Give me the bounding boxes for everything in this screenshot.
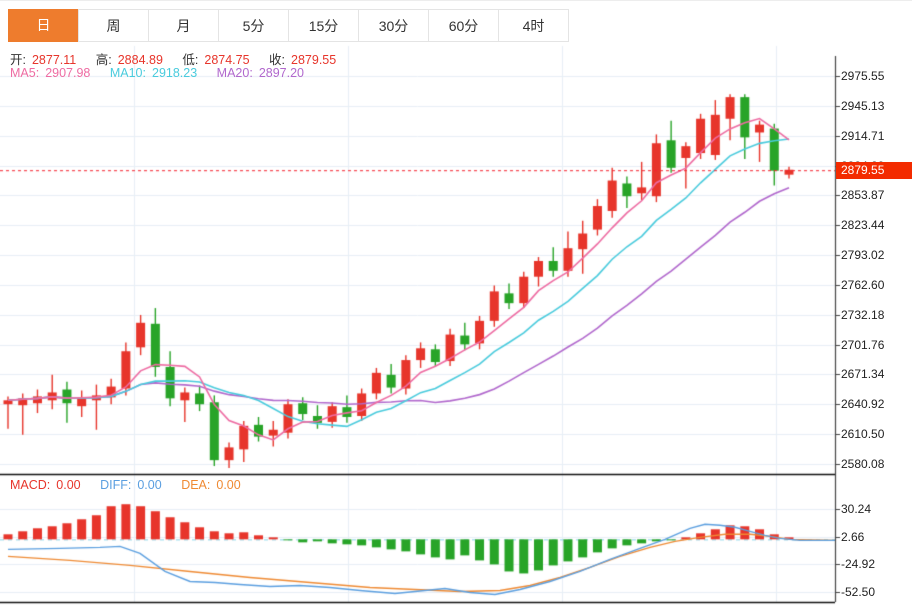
diff-label: DIFF: — [100, 478, 132, 492]
close-value: 2879.55 — [291, 53, 337, 67]
ma5-value: 2907.98 — [45, 66, 91, 80]
macd-info-row: MACD: 0.00 DIFF: 0.00 DEA: 0.00 — [10, 478, 247, 492]
macd-tick: 30.24 — [841, 502, 872, 516]
macd-value: 0.00 — [56, 478, 81, 492]
kline-chart-app: 日周月 5分 15分 30分 60分 4时 开: 2877.11 高: 2884.89 低: 2… — [0, 0, 912, 607]
ma5-label: MA5: — [10, 66, 40, 80]
tab-5分[interactable]: 5分 — [218, 9, 289, 42]
price-tick: 2640.92 — [841, 397, 885, 412]
tab-30分[interactable]: 30分 — [358, 9, 429, 42]
tab-4时[interactable]: 4时 — [498, 9, 569, 42]
open-value: 2877.11 — [31, 53, 77, 67]
tab-周[interactable]: 周 — [78, 9, 149, 42]
price-tick: 2975.55 — [841, 69, 885, 83]
price-tick: 2793.02 — [841, 248, 885, 263]
low-value: 2874.75 — [204, 53, 250, 67]
price-tick: 2671.34 — [841, 367, 885, 382]
macd-tick: -52.50 — [841, 585, 876, 599]
price-tick: 2701.76 — [841, 337, 885, 352]
close-label: 收: — [269, 53, 286, 67]
price-tick: 2762.60 — [841, 277, 885, 292]
tab-日[interactable]: 日 — [8, 9, 79, 42]
ma10-value: 2918.23 — [152, 66, 198, 80]
ma20-value: 2897.20 — [258, 66, 304, 80]
ma10-label: MA10: — [109, 66, 146, 80]
high-label: 高: — [95, 53, 112, 67]
timeframe-tabs: 日周月 5分 15分 30分 60分 4时 — [8, 9, 569, 42]
tab-15分[interactable]: 15分 — [288, 9, 359, 42]
high-value: 2884.89 — [117, 53, 163, 67]
dea-value: 0.00 — [216, 478, 241, 492]
macd-tick: 2.66 — [841, 529, 865, 544]
price-tick: 2914.71 — [841, 128, 885, 143]
price-tick: 2853.87 — [841, 188, 885, 203]
price-tick: 2732.18 — [841, 307, 885, 322]
ma20-label: MA20: — [216, 66, 253, 80]
low-label: 低: — [182, 53, 199, 67]
macd-tick: -24.92 — [841, 557, 876, 572]
tab-60分[interactable]: 60分 — [428, 9, 499, 42]
price-tick: 2580.08 — [841, 457, 885, 471]
ma-info-row: MA5: 2907.98 MA10: 2918.23 MA20: 2897.20 — [10, 66, 310, 80]
candlestick-chart-canvas[interactable] — [0, 1, 912, 607]
macd-label: MACD: — [10, 478, 51, 492]
tab-月[interactable]: 月 — [148, 9, 219, 42]
diff-value: 0.00 — [137, 478, 162, 492]
price-tick: 2610.50 — [841, 427, 885, 442]
last-price-badge: 2879.55 — [836, 161, 912, 179]
open-label: 开: — [10, 53, 26, 67]
price-tick: 2945.13 — [841, 98, 885, 113]
dea-label: DEA: — [181, 478, 211, 492]
price-tick: 2823.44 — [841, 218, 885, 233]
